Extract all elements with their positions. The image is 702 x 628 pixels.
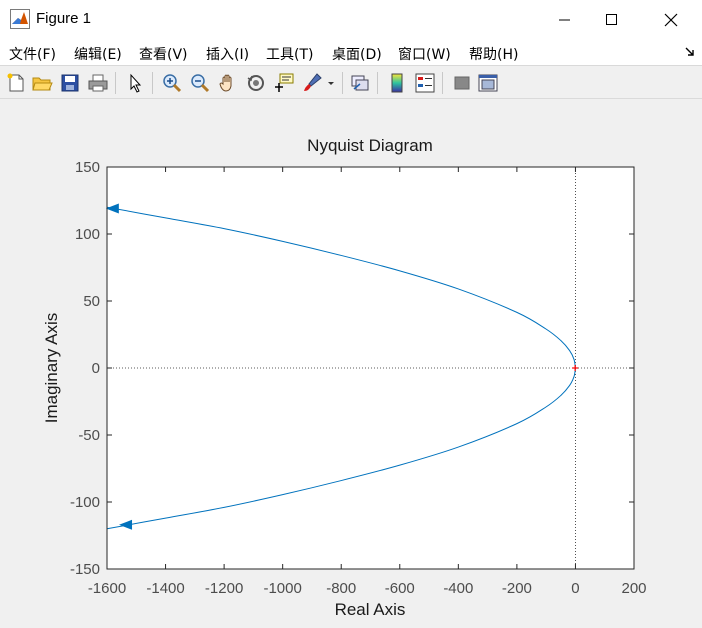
show-plot-tools-icon[interactable] bbox=[477, 72, 499, 94]
x-axis-label: Real Axis bbox=[335, 600, 406, 619]
y-tick-label: -150 bbox=[70, 561, 100, 578]
x-tick-label: -1200 bbox=[205, 580, 243, 597]
x-tick-label: -1400 bbox=[146, 580, 184, 597]
brush-icon[interactable] bbox=[301, 72, 323, 94]
window-title: Figure 1 bbox=[36, 10, 92, 27]
toolbar-separator bbox=[442, 72, 443, 94]
x-tick-label: -800 bbox=[326, 580, 356, 597]
y-tick-label: 150 bbox=[75, 159, 100, 176]
menu-desktop[interactable]: 桌面(D) bbox=[332, 44, 382, 64]
rotate-3d-icon[interactable] bbox=[245, 72, 267, 94]
insert-legend-icon[interactable] bbox=[414, 72, 436, 94]
matlab-icon bbox=[10, 9, 30, 29]
chart-title: Nyquist Diagram bbox=[307, 136, 433, 155]
x-tick-label: -600 bbox=[385, 580, 415, 597]
x-tick-label: -1000 bbox=[263, 580, 301, 597]
menu-file[interactable]: 文件(F) bbox=[9, 44, 56, 64]
pointer-icon[interactable] bbox=[124, 72, 146, 94]
y-tick-label: -50 bbox=[78, 427, 100, 444]
x-tick-label: -400 bbox=[443, 580, 473, 597]
data-cursor-icon[interactable] bbox=[273, 72, 295, 94]
x-tick-label: 0 bbox=[571, 580, 579, 597]
close-button[interactable] bbox=[648, 0, 694, 40]
y-tick-label: 100 bbox=[75, 226, 100, 243]
nyquist-chart[interactable]: -1600 -1400 -1200 -1000 -800 -600 -400 -200 0 200… bbox=[0, 99, 702, 628]
close-icon bbox=[664, 13, 678, 27]
menu-bar: 文件(F) 编辑(E) 查看(V) 插入(I) 工具(T) 桌面(D) 窗口(W… bbox=[0, 40, 702, 66]
brush-dropdown-icon[interactable] bbox=[325, 72, 337, 94]
menu-edit[interactable]: 编辑(E) bbox=[74, 44, 122, 64]
figure-canvas: -1600 -1400 -1200 -1000 -800 -600 -400 -200 0 200… bbox=[0, 99, 702, 628]
toolbar-separator bbox=[342, 72, 343, 94]
x-tick-label: -1600 bbox=[88, 580, 126, 597]
zoom-out-icon[interactable] bbox=[189, 72, 211, 94]
maximize-button[interactable] bbox=[589, 0, 635, 40]
menu-view[interactable]: 查看(V) bbox=[139, 44, 188, 64]
pan-hand-icon[interactable] bbox=[217, 72, 239, 94]
open-file-icon[interactable] bbox=[31, 72, 53, 94]
y-tick-label: 50 bbox=[83, 293, 100, 310]
menu-tools[interactable]: 工具(T) bbox=[266, 44, 313, 64]
toolbar-separator bbox=[115, 72, 116, 94]
menu-insert[interactable]: 插入(I) bbox=[206, 44, 249, 64]
dock-arrow-icon[interactable] bbox=[684, 46, 696, 58]
hide-plot-tools-icon[interactable] bbox=[451, 72, 473, 94]
x-tick-label: -200 bbox=[502, 580, 532, 597]
minimize-icon bbox=[559, 19, 570, 21]
save-icon[interactable] bbox=[59, 72, 81, 94]
minimize-button[interactable] bbox=[542, 0, 588, 40]
window-title-bar: Figure 1 bbox=[0, 0, 702, 40]
zoom-in-icon[interactable] bbox=[161, 72, 183, 94]
menu-window[interactable]: 窗口(W) bbox=[398, 44, 451, 64]
toolbar-separator bbox=[377, 72, 378, 94]
y-tick-label: 0 bbox=[92, 360, 100, 377]
menu-help[interactable]: 帮助(H) bbox=[469, 44, 518, 64]
insert-colorbar-icon[interactable] bbox=[386, 72, 408, 94]
y-tick-label: -100 bbox=[70, 494, 100, 511]
maximize-icon bbox=[606, 14, 617, 25]
link-plot-icon[interactable] bbox=[349, 72, 371, 94]
x-tick-label: 200 bbox=[621, 580, 646, 597]
y-axis-label: Imaginary Axis bbox=[42, 313, 61, 424]
figure-toolbar bbox=[0, 67, 702, 99]
print-icon[interactable] bbox=[87, 72, 109, 94]
new-figure-icon[interactable] bbox=[5, 72, 27, 94]
toolbar-separator bbox=[152, 72, 153, 94]
